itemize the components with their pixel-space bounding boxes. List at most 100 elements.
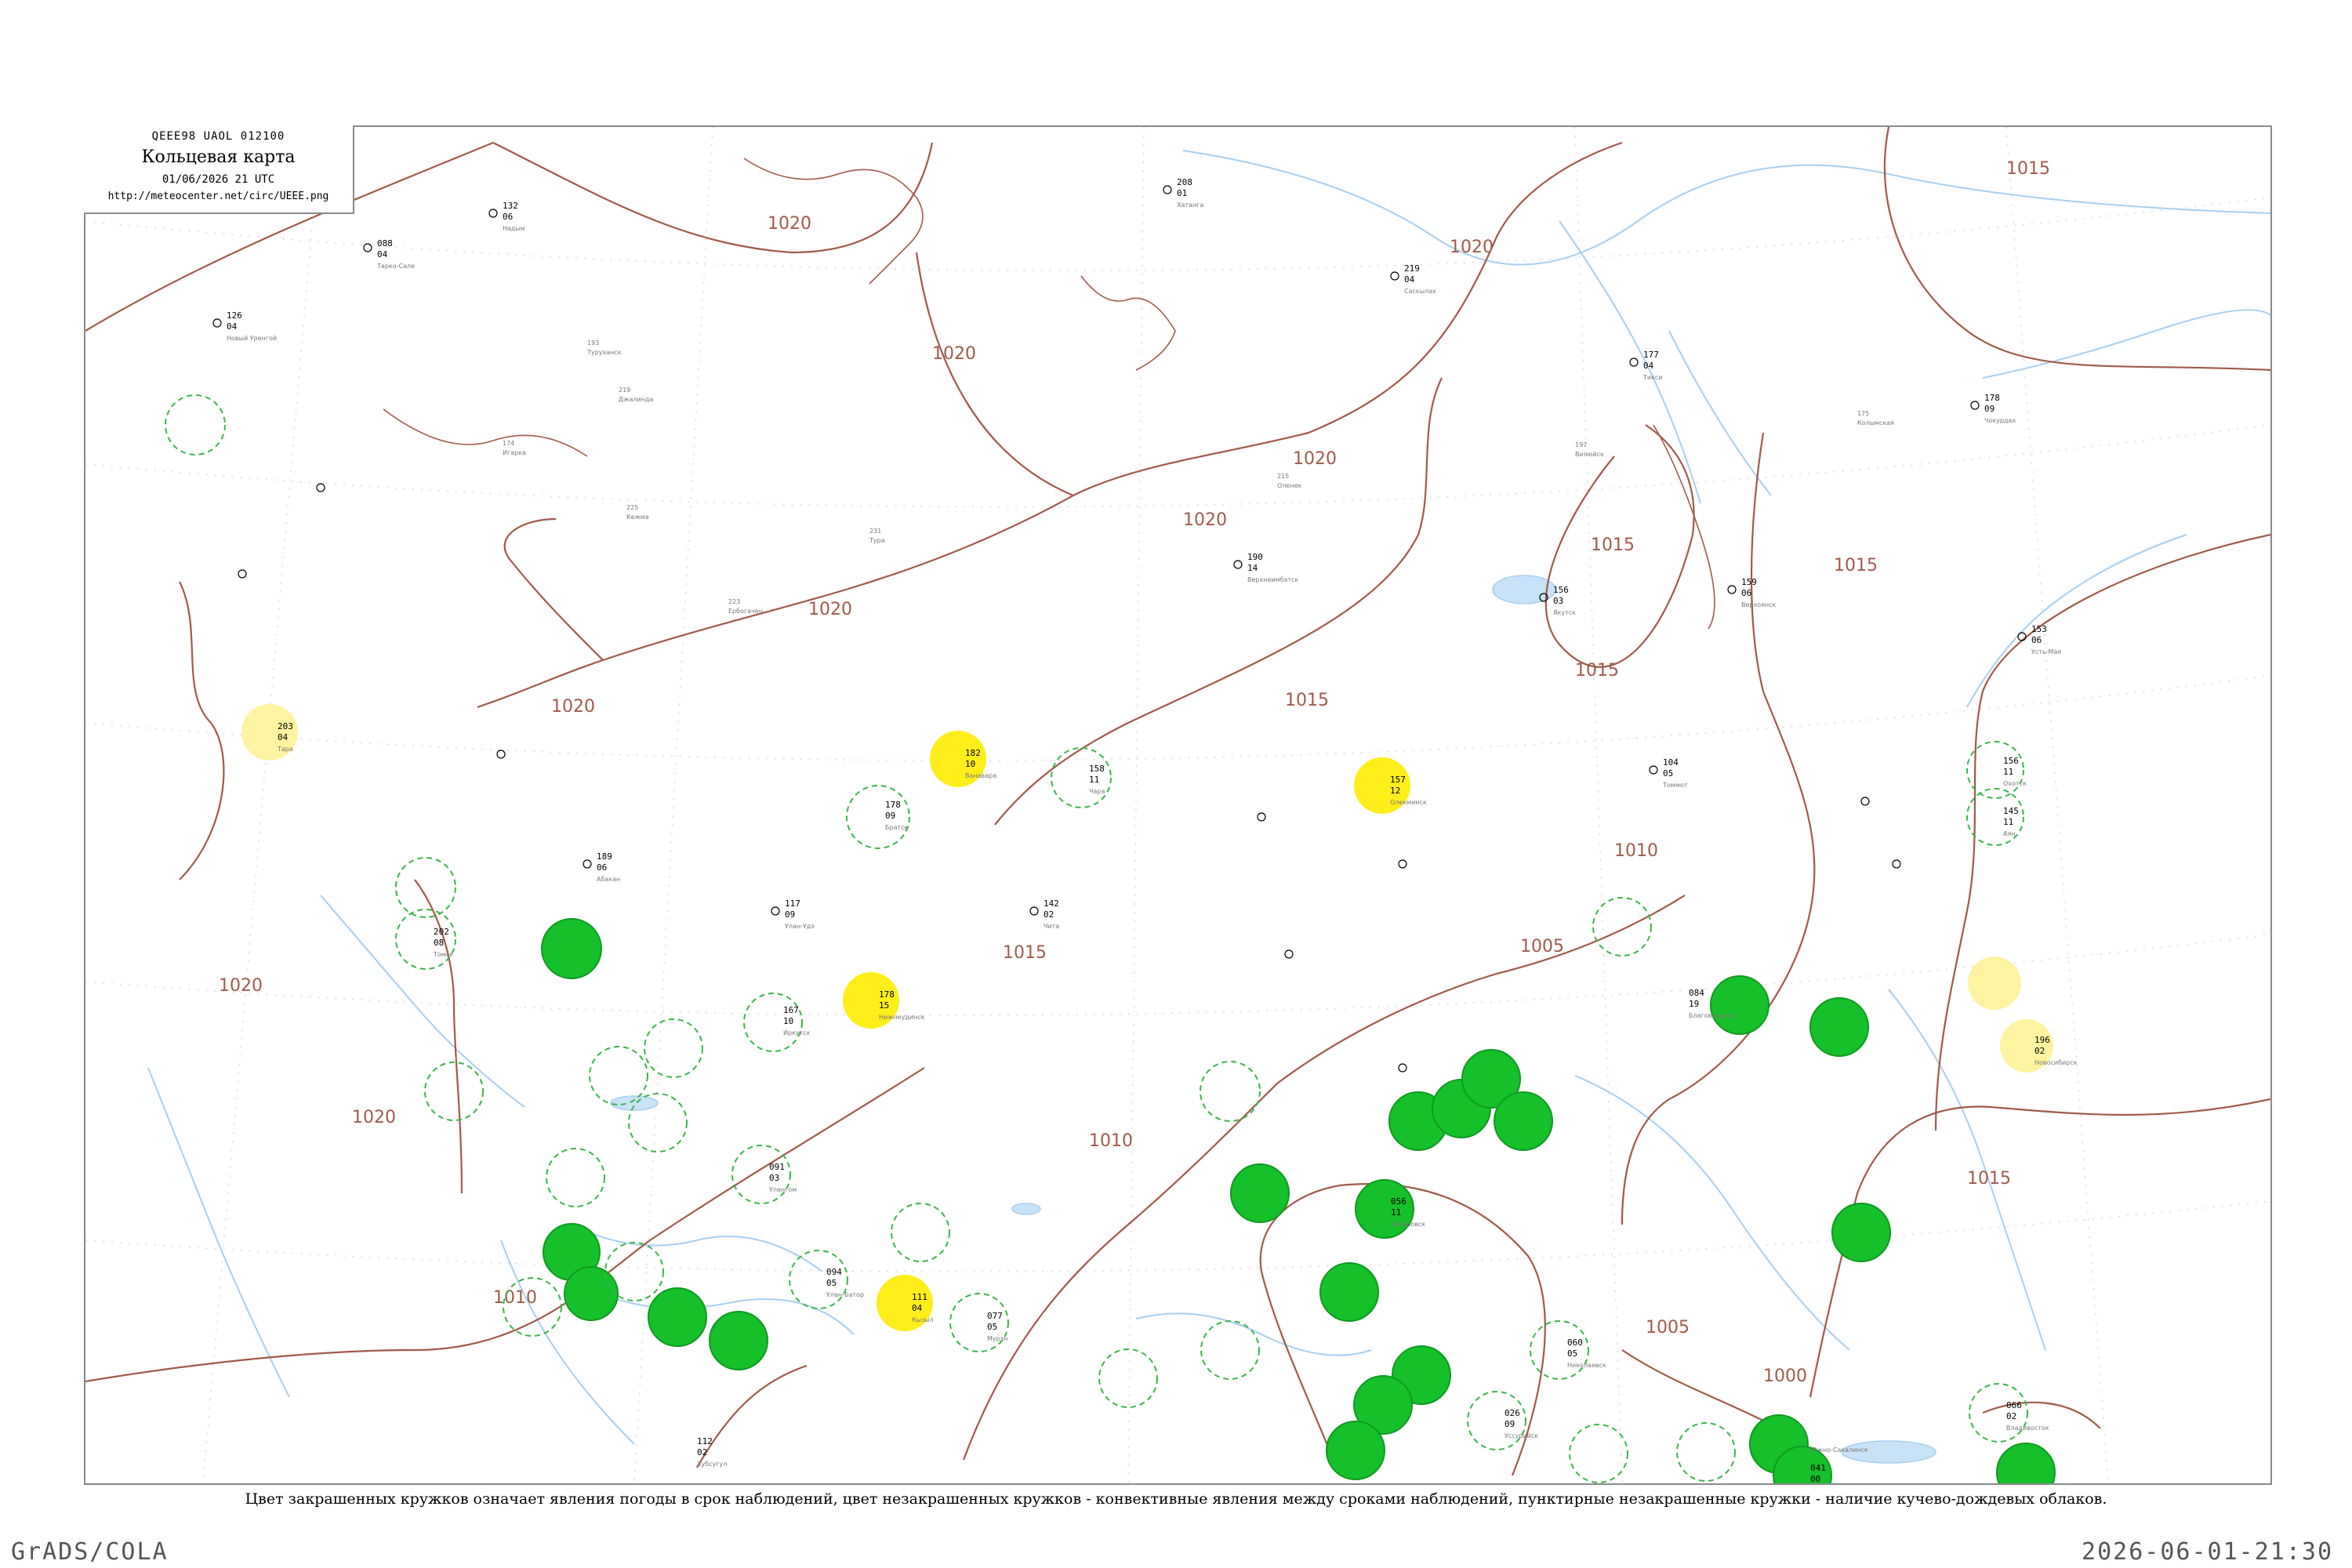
station-marker[interactable] [709,1311,768,1370]
svg-text:094: 094 [826,1267,842,1277]
svg-text:14: 14 [1247,563,1258,573]
svg-text:Братск: Братск [885,824,909,831]
station-marker[interactable] [1230,1163,1290,1223]
svg-text:Оленек: Оленек [1277,482,1301,489]
coastline [383,158,1715,630]
cb-ring [1098,1348,1158,1408]
weather-circles-yellow [241,704,2053,1331]
svg-text:208: 208 [1177,177,1192,187]
svg-text:02: 02 [2006,1411,2016,1421]
svg-text:11: 11 [1391,1207,1401,1218]
svg-text:174: 174 [503,440,514,447]
svg-text:09: 09 [885,811,895,821]
cb-ring [395,857,456,918]
station-marker[interactable] [1319,1262,1379,1322]
isobars [85,127,2270,1483]
isobar-label: 1015 [1834,556,1878,575]
svg-text:09: 09 [785,909,795,920]
svg-text:Новосибирск: Новосибирск [2034,1059,2078,1066]
svg-text:112: 112 [697,1436,713,1446]
svg-text:04: 04 [227,321,238,332]
svg-text:01: 01 [1177,188,1187,198]
station-marker[interactable] [541,918,602,979]
svg-text:Верхнеимбатск: Верхнеимбатск [1247,576,1299,583]
svg-text:132: 132 [503,201,518,211]
svg-text:Кызыл: Кызыл [912,1316,934,1323]
cb-ring [395,909,456,970]
svg-text:026: 026 [1504,1408,1520,1418]
svg-text:05: 05 [826,1278,837,1288]
svg-text:Надым: Надым [503,225,525,232]
station-marker[interactable] [1831,1203,1891,1262]
svg-text:06: 06 [503,212,513,222]
station-marker[interactable] [1996,1443,2056,1483]
svg-text:Мурэн: Мурэн [987,1335,1007,1342]
svg-text:09: 09 [1984,404,1994,414]
svg-text:04: 04 [1643,361,1654,371]
svg-text:Улан-Удэ: Улан-Удэ [785,923,815,930]
svg-text:203: 203 [278,721,293,731]
isobar-label: 1010 [493,1288,537,1308]
isobar-label: 1020 [808,600,852,619]
svg-text:06: 06 [2031,635,2042,645]
svg-text:Уссурийск: Уссурийск [1504,1432,1538,1439]
svg-text:10: 10 [965,759,975,769]
svg-text:111: 111 [912,1292,927,1302]
isobar-label: 1000 [1763,1367,1807,1386]
station-names: Тарко-Сале Надым Новый Уренгой Хатанга С… [227,201,2078,1468]
svg-text:197: 197 [1575,441,1587,448]
station-marker[interactable] [1494,1091,1553,1151]
station-marker[interactable] [648,1287,707,1347]
isobar-label: 1005 [1646,1318,1690,1338]
svg-text:202: 202 [434,927,449,937]
bulletin-code: QEEE98 UAOL 012100 [151,130,285,143]
isobar-label: 1010 [1614,841,1658,861]
isobar-label: 1005 [1520,937,1564,956]
svg-text:06: 06 [1741,588,1751,598]
svg-text:Вилюйск: Вилюйск [1575,451,1604,458]
svg-text:182: 182 [965,748,981,758]
cb-ring [1676,1422,1736,1482]
svg-text:06: 06 [597,862,607,873]
svg-text:Игарка: Игарка [503,449,526,456]
station-marker[interactable] [1326,1421,1385,1480]
map-url[interactable]: http://meteocenter.net/circ/UEEE.png [84,191,353,202]
isobar-label: 1020 [219,976,263,996]
svg-text:153: 153 [2031,624,2047,634]
svg-text:Верхоянск: Верхоянск [1741,601,1777,608]
svg-text:04: 04 [278,732,289,742]
svg-text:05: 05 [1567,1348,1577,1359]
isobar-label: 1015 [2006,159,2050,179]
map-title: Кольцевая карта [141,147,296,167]
svg-text:Николаевск: Николаевск [1567,1362,1606,1369]
svg-text:Чокурдах: Чокурдах [1984,417,2016,424]
station-marker[interactable] [1355,1179,1414,1239]
svg-text:Хубсугул: Хубсугул [697,1461,727,1468]
isobar-label: 1020 [352,1108,396,1127]
svg-text:Аян: Аян [2003,830,2016,837]
station-marker[interactable] [1809,997,1869,1057]
isobar-label: 1020 [1450,238,1494,257]
svg-text:159: 159 [1741,577,1757,587]
cb-ring [589,1046,648,1105]
svg-text:09: 09 [1504,1419,1515,1429]
cb-ring [546,1148,605,1207]
synoptic-map[interactable]: 1020 1020 1020 1020 1020 1020 1020 1020 … [85,127,2270,1483]
station-marker[interactable] [1968,956,2021,1010]
svg-text:02: 02 [697,1447,707,1457]
station-marker[interactable] [1710,975,1769,1035]
svg-text:Владивосток: Владивосток [2006,1425,2049,1432]
svg-text:Тура: Тура [869,537,885,544]
cb-ring [424,1062,484,1121]
svg-text:Хатанга: Хатанга [1177,201,1203,209]
svg-text:077: 077 [987,1311,1003,1321]
isobar-label: 1015 [1591,535,1635,555]
map-frame[interactable]: 1020 1020 1020 1020 1020 1020 1020 1020 … [84,125,2272,1485]
station-marker[interactable] [564,1266,619,1321]
cb-ring [1592,897,1652,956]
svg-text:Новый Уренгой: Новый Уренгой [227,335,277,342]
svg-text:145: 145 [2003,806,2019,816]
isobar-label: 1020 [768,214,811,234]
isobar-label: 1020 [932,344,976,364]
svg-text:Тарко-Сале: Тарко-Сале [376,263,415,270]
